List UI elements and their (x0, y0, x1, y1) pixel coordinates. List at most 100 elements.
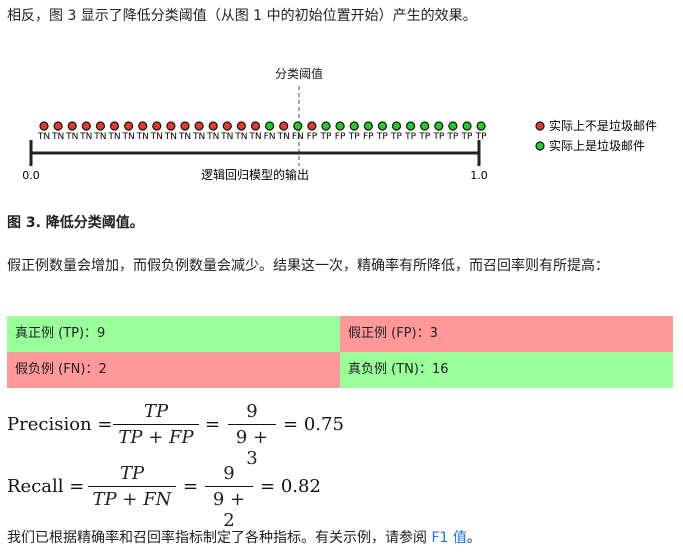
footer-end: 。 (466, 530, 481, 546)
sample-dot (349, 121, 359, 131)
legend-red-dot (535, 121, 545, 131)
sample-label: TN (51, 132, 64, 142)
sample-dot (335, 121, 345, 131)
recall-fraction-values: 9 9 + 2 (205, 463, 253, 531)
sample-label: TP (432, 132, 444, 142)
sample-label: TN (93, 132, 106, 142)
sample-dot (95, 121, 106, 131)
sample-dot (321, 121, 331, 131)
footer-text: 我们已根据精确率和召回率指标制定了各种指标。有关示例，请参阅 F1 值。 (7, 526, 481, 550)
sample-label: TP (475, 132, 487, 142)
precision-numerator: TP (143, 401, 169, 422)
sample-label: TP (418, 132, 430, 142)
threshold-diagram: 分类阈值 TN TN TN TN TN TN TN TN TN TN TN TN TN TN TN TN FN T… (22, 66, 657, 182)
confusion-matrix: 真正例 (TP)：9 假正例 (FP)：3 假负例 (FN)：2 真负例 (TN… (7, 316, 673, 388)
sample-dot (67, 121, 77, 131)
sample-label: TN (136, 132, 149, 142)
sample-label: TN (150, 132, 163, 142)
sample-dot (363, 121, 373, 131)
sample-label: TN (79, 132, 92, 142)
precision-fraction-values: 9 9 + 3 (228, 401, 276, 469)
footer-body: 我们已根据精确率和召回率指标制定了各种指标。有关示例，请参阅 (7, 530, 432, 546)
sample-dot (124, 121, 134, 131)
sample-label: TN (248, 132, 261, 142)
recall-result: 0.82 (280, 476, 321, 497)
sample-label: TN (107, 132, 120, 142)
axis-min-label: 0.0 (22, 169, 40, 182)
precision-result: 0.75 (303, 414, 344, 435)
sample-dot (53, 121, 63, 131)
sample-label: TP (348, 132, 360, 142)
recall-numerator: TP (119, 463, 145, 484)
sample-dot (377, 121, 387, 131)
sample-dot (476, 121, 486, 131)
sample-dot (208, 121, 218, 131)
sample-label: TP (404, 132, 416, 142)
sample-dot (293, 121, 303, 131)
sample-dot (138, 121, 148, 131)
sample-label: TN (206, 132, 219, 142)
axis-max-label: 1.0 (470, 169, 488, 182)
sample-label: TP (320, 132, 332, 142)
legend-not-spam: 实际上不是垃圾邮件 (549, 118, 657, 133)
sample-dot (406, 121, 416, 131)
precision-denominator: TP + FP (118, 427, 194, 448)
sample-dot (81, 121, 91, 131)
sample-label: FN (264, 132, 276, 142)
sample-dot (265, 121, 275, 131)
sample-dot (307, 121, 317, 131)
sample-dot (152, 121, 162, 131)
sample-dot (279, 121, 289, 131)
sample-label: TN (178, 132, 191, 142)
sample-label: TP (390, 132, 402, 142)
sample-dot (109, 121, 120, 131)
sample-label: TN (164, 132, 177, 142)
sample-dot (448, 121, 458, 131)
f1-score-link[interactable]: F1 值 (431, 530, 466, 546)
legend-spam: 实际上是垃圾邮件 (549, 138, 645, 153)
recall-den-value: 9 + 2 (212, 489, 246, 531)
axis-label: 逻辑回归模型的输出 (201, 167, 309, 182)
cell-tn: 真负例 (TN)：16 (340, 352, 673, 388)
sample-label: FP (307, 132, 318, 142)
sample-dot (236, 121, 246, 131)
sample-dot (391, 121, 402, 131)
sample-dot (434, 121, 444, 131)
cell-tp: 真正例 (TP)：9 (7, 316, 340, 352)
threshold-label: 分类阈值 (275, 66, 323, 81)
recall-num-value: 9 (223, 463, 235, 484)
sample-dot (250, 121, 261, 131)
sample-label: TN (37, 132, 50, 142)
recall-fraction: TP TP + FN (88, 463, 176, 510)
recall-denominator: TP + FN (92, 489, 172, 510)
sample-dots: TN TN TN TN TN TN TN TN TN TN TN TN TN TN TN TN FN TN FN FP… (37, 121, 487, 142)
sample-label: TN (121, 132, 134, 142)
sample-label: FP (363, 132, 374, 142)
legend-green-dot (535, 141, 545, 151)
sample-dot (194, 121, 204, 131)
sample-label: TP (461, 132, 473, 142)
cell-fp: 假正例 (FP)：3 (340, 316, 673, 352)
sample-dot (462, 121, 472, 131)
sample-label: TN (192, 132, 205, 142)
sample-label: FP (335, 132, 346, 142)
recall-name: Recall (7, 476, 64, 497)
sample-dot (39, 121, 49, 131)
sample-label: TN (220, 132, 233, 142)
sample-label: TN (277, 132, 290, 142)
sample-dot (222, 121, 232, 131)
sample-label: TP (376, 132, 388, 142)
sample-label: TN (65, 132, 78, 142)
figure-caption: 图 3. 降低分类阈值。 (7, 215, 144, 231)
sample-dot (166, 121, 176, 131)
precision-name: Precision (7, 414, 92, 435)
intro-text: 相反，图 3 显示了降低分类阈值（从图 1 中的初始位置开始）产生的效果。 (7, 8, 477, 24)
sample-dot (180, 121, 190, 131)
sample-label: TP (446, 132, 458, 142)
cell-fn: 假负例 (FN)：2 (7, 352, 340, 388)
precision-num-value: 9 (246, 401, 258, 422)
sample-dot (420, 121, 430, 131)
sample-label: FN (292, 132, 304, 142)
sample-label: TN (234, 132, 247, 142)
body-paragraph: 假正例数量会增加，而假负例数量会减少。结果这一次，精确率有所降低，而召回率则有所… (7, 258, 609, 274)
